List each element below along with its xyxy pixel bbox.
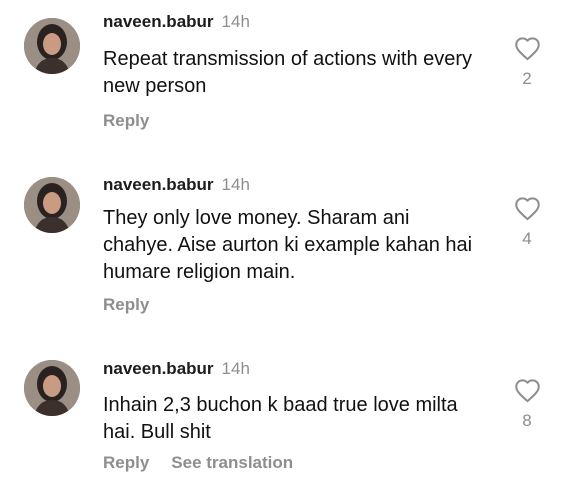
avatar[interactable] [24, 360, 80, 416]
reply-button[interactable]: Reply [103, 453, 149, 472]
like-count: 8 [522, 411, 532, 430]
heart-outline-icon[interactable] [514, 196, 541, 221]
heart-outline-icon[interactable] [514, 36, 541, 61]
avatar-image [24, 360, 80, 416]
like-area: 4 [512, 196, 542, 249]
see-translation-button[interactable]: See translation [171, 453, 293, 472]
avatar[interactable] [24, 177, 80, 233]
reply-button[interactable]: Reply [103, 111, 149, 130]
like-area: 2 [512, 36, 542, 89]
avatar[interactable] [24, 18, 80, 74]
comment-text: They only love money. Sharam ani chahye.… [103, 207, 473, 283]
comment-item: naveen.babur 14h Inhain 2,3 buchon k baad… [0, 340, 570, 496]
timestamp: 14h [221, 175, 250, 194]
comment-header: naveen.babur 14h [103, 12, 250, 32]
timestamp: 14h [221, 359, 250, 378]
comment-header: naveen.babur 14h [103, 359, 250, 379]
avatar-image [24, 18, 80, 74]
comment-actions: Reply [103, 295, 149, 315]
timestamp: 14h [221, 12, 250, 31]
comment-actions: Reply See translation [103, 453, 293, 473]
like-count: 2 [522, 69, 532, 88]
reply-button[interactable]: Reply [103, 295, 149, 314]
comment-item: naveen.babur 14h Repeat transmission of a… [0, 0, 570, 160]
like-area: 8 [512, 378, 542, 431]
comment-actions: Reply [103, 111, 149, 131]
username[interactable]: naveen.babur [103, 12, 214, 31]
comment-text: Inhain 2,3 buchon k baad true love milta… [103, 394, 458, 443]
comment-item: naveen.babur 14h They only love money. Sh… [0, 160, 570, 340]
comment-text: Repeat transmission of actions with ever… [103, 48, 473, 97]
like-count: 4 [522, 229, 532, 248]
heart-outline-icon[interactable] [514, 378, 541, 403]
comment-header: naveen.babur 14h [103, 175, 250, 195]
username[interactable]: naveen.babur [103, 359, 214, 378]
username[interactable]: naveen.babur [103, 175, 214, 194]
avatar-image [24, 177, 80, 233]
